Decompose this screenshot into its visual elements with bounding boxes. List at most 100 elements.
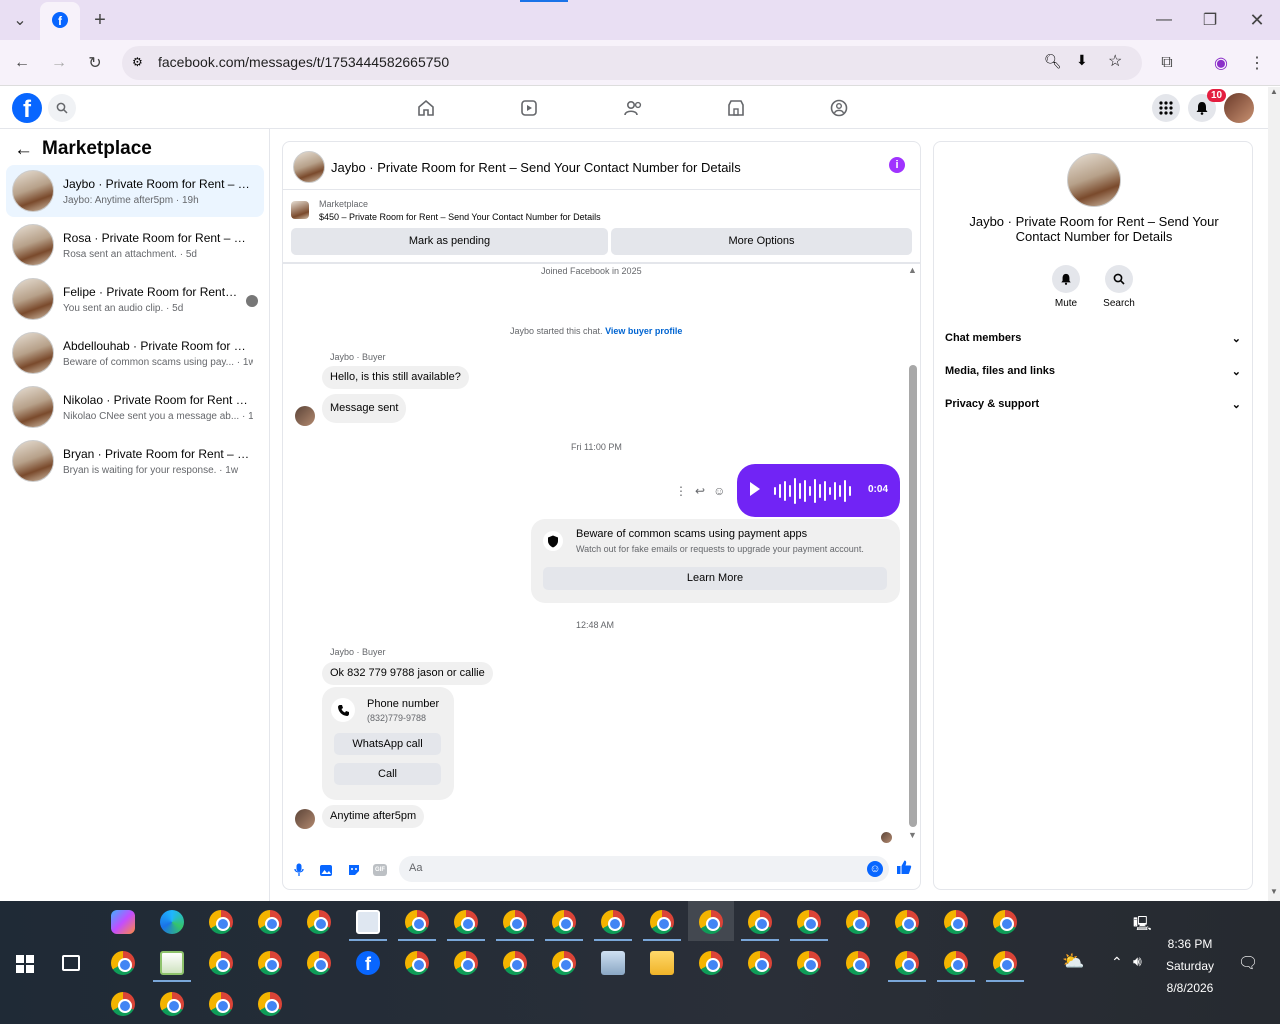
- section-privacy-support[interactable]: Privacy & support ⌄: [945, 398, 1245, 420]
- chrome-icon[interactable]: [797, 951, 821, 975]
- chrome-icon[interactable]: [797, 910, 821, 934]
- image-viewer-icon[interactable]: [601, 951, 625, 975]
- nav-video-icon[interactable]: [518, 97, 540, 119]
- chrome-icon[interactable]: [405, 951, 429, 975]
- chrome-icon[interactable]: [503, 910, 527, 934]
- chrome-icon[interactable]: [258, 951, 282, 975]
- voice-message[interactable]: 0:04: [737, 464, 900, 517]
- show-hidden-icons-chevron[interactable]: ⌃: [1111, 954, 1123, 971]
- view-buyer-profile-link[interactable]: View buyer profile: [605, 326, 682, 336]
- chat-title[interactable]: Jaybo · Private Room for Rent – Send You…: [331, 160, 741, 175]
- conversation-item[interactable]: Felipe · Private Room for Rent – Send Yo…: [6, 273, 264, 325]
- notification-center-icon[interactable]: 🗨︎: [1238, 953, 1258, 973]
- details-thumbnail[interactable]: [1067, 153, 1121, 207]
- menu-grid-button[interactable]: [1152, 94, 1180, 122]
- nav-groups-icon[interactable]: [828, 97, 850, 119]
- page-scrollbar[interactable]: ▲ ▼: [1268, 87, 1280, 901]
- facebook-logo[interactable]: f: [12, 93, 42, 123]
- whatsapp-call-button[interactable]: WhatsApp call: [334, 733, 441, 755]
- windows-start-icon[interactable]: [16, 955, 34, 973]
- chrome-icon[interactable]: [111, 992, 135, 1016]
- close-window-icon[interactable]: ✕: [1243, 6, 1271, 34]
- sticker-icon[interactable]: [346, 862, 362, 878]
- conversation-item[interactable]: Bryan · Private Room for Rent – Send You…: [6, 435, 264, 487]
- incoming-message[interactable]: Message sent: [322, 394, 407, 423]
- back-arrow-icon[interactable]: ←: [14, 139, 33, 161]
- mark-as-pending-button[interactable]: Mark as pending: [291, 228, 608, 255]
- gif-icon[interactable]: GIF: [372, 862, 388, 878]
- chrome-icon[interactable]: [258, 910, 282, 934]
- chrome-icon[interactable]: [258, 992, 282, 1016]
- chrome-icon[interactable]: [552, 910, 576, 934]
- section-chat-members[interactable]: Chat members ⌄: [945, 332, 1245, 354]
- chrome-icon[interactable]: [699, 910, 723, 934]
- new-tab-icon[interactable]: +: [86, 6, 114, 34]
- conversation-item[interactable]: Rosa · Private Room for Rent – Send Your…: [6, 219, 264, 271]
- chrome-icon[interactable]: [650, 910, 674, 934]
- back-icon[interactable]: ←: [8, 49, 36, 77]
- copilot-icon[interactable]: [111, 910, 135, 934]
- extensions-icon[interactable]: ⧉: [1153, 49, 1181, 77]
- tab-search-icon[interactable]: ⌄: [6, 6, 34, 34]
- network-icon[interactable]: 🖳: [1133, 913, 1152, 937]
- chrome-icon[interactable]: [160, 992, 184, 1016]
- chrome-icon[interactable]: [944, 910, 968, 934]
- volume-icon[interactable]: 🔊︎: [1133, 953, 1142, 970]
- site-settings-icon[interactable]: ⚙: [132, 55, 143, 69]
- chrome-icon[interactable]: [454, 910, 478, 934]
- app-window-icon[interactable]: [356, 910, 380, 934]
- scroll-up-arrow[interactable]: ▲: [908, 265, 917, 275]
- chrome-icon[interactable]: [111, 951, 135, 975]
- incoming-message[interactable]: Anytime after5pm: [322, 805, 425, 828]
- url-text[interactable]: facebook.com/messages/t/1753444582665750: [158, 54, 449, 70]
- page-scroll-down-arrow[interactable]: ▼: [1270, 887, 1278, 896]
- chrome-icon[interactable]: [601, 910, 625, 934]
- chat-scrollbar[interactable]: ▲ ▼: [907, 265, 917, 840]
- section-media-files-links[interactable]: Media, files and links ⌄: [945, 365, 1245, 387]
- facebook-search-button[interactable]: [48, 94, 76, 122]
- chrome-icon[interactable]: [209, 951, 233, 975]
- photo-icon[interactable]: [318, 862, 334, 878]
- more-actions-icon[interactable]: ⋮: [675, 484, 687, 498]
- weather-icon[interactable]: ⛅: [1062, 951, 1084, 972]
- zoom-icon[interactable]: 🔍︎: [1044, 53, 1062, 70]
- chrome-icon[interactable]: [846, 910, 870, 934]
- mute-button[interactable]: Mute: [1046, 265, 1086, 309]
- chrome-icon[interactable]: [552, 951, 576, 975]
- conversation-item[interactable]: Abdellouhab · Private Room for Rent – Se…: [6, 327, 264, 379]
- task-view-icon[interactable]: [62, 955, 80, 971]
- incoming-message[interactable]: Hello, is this still available?: [322, 366, 469, 389]
- search-in-chat-button[interactable]: Search: [1099, 265, 1139, 309]
- emoji-icon[interactable]: ☺: [867, 861, 883, 877]
- chrome-icon[interactable]: [748, 951, 772, 975]
- file-explorer-icon[interactable]: [650, 951, 674, 975]
- browser-menu-icon[interactable]: ⋮: [1243, 49, 1271, 77]
- listing-mini-thumbnail[interactable]: [291, 201, 309, 219]
- forward-icon[interactable]: →: [45, 49, 73, 77]
- profile-icon[interactable]: ◉: [1207, 49, 1235, 77]
- conversation-item[interactable]: Nikolao · Private Room for Rent – Send Y…: [6, 381, 264, 433]
- incoming-message[interactable]: Ok 832 779 9788 jason or callie: [322, 662, 493, 685]
- account-avatar[interactable]: [1224, 93, 1254, 123]
- message-input[interactable]: Aa ☺: [399, 856, 889, 882]
- listing-description[interactable]: $450 – Private Room for Rent – Send Your…: [319, 212, 601, 222]
- chrome-icon[interactable]: [209, 910, 233, 934]
- chrome-icon[interactable]: [307, 951, 331, 975]
- restore-icon[interactable]: ❐: [1196, 6, 1224, 34]
- edge-icon[interactable]: [160, 910, 184, 934]
- play-icon[interactable]: [750, 482, 760, 496]
- address-bar[interactable]: ⚙ facebook.com/messages/t/17534445826657…: [122, 46, 1142, 80]
- chrome-icon[interactable]: [209, 992, 233, 1016]
- learn-more-button[interactable]: Learn More: [543, 567, 887, 590]
- chrome-icon[interactable]: [405, 910, 429, 934]
- scroll-down-arrow[interactable]: ▼: [908, 830, 917, 840]
- install-app-icon[interactable]: ⬇: [1076, 52, 1088, 69]
- chat-thumbnail[interactable]: [293, 151, 325, 183]
- nav-marketplace-icon[interactable]: [725, 97, 747, 119]
- sender-avatar[interactable]: [295, 406, 315, 426]
- page-scroll-up-arrow[interactable]: ▲: [1270, 87, 1278, 96]
- chrome-icon[interactable]: [454, 951, 478, 975]
- chrome-icon[interactable]: [699, 951, 723, 975]
- system-clock[interactable]: 8:36 PM Saturday 8/8/2026: [1160, 933, 1220, 999]
- chrome-icon[interactable]: [846, 951, 870, 975]
